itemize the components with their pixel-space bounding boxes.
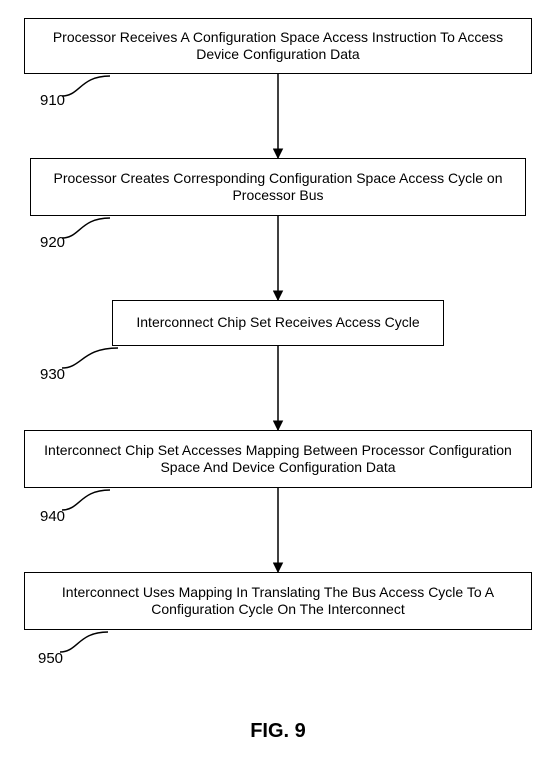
ref-curve-930: [62, 346, 122, 372]
flowchart-canvas: Processor Receives A Configuration Space…: [0, 0, 556, 776]
ref-label-910: 910: [40, 92, 65, 109]
ref-curve-950: [60, 630, 112, 656]
step-box-910: Processor Receives A Configuration Space…: [24, 18, 532, 74]
step-box-940: Interconnect Chip Set Accesses Mapping B…: [24, 430, 532, 488]
step-text-940: Interconnect Chip Set Accesses Mapping B…: [35, 442, 521, 477]
ref-label-940: 940: [40, 508, 65, 525]
step-box-920: Processor Creates Corresponding Configur…: [30, 158, 526, 216]
ref-label-950: 950: [38, 650, 63, 667]
ref-curve-920: [62, 216, 114, 242]
step-text-920: Processor Creates Corresponding Configur…: [41, 170, 515, 205]
step-box-930: Interconnect Chip Set Receives Access Cy…: [112, 300, 444, 346]
ref-curve-910: [62, 74, 114, 100]
ref-label-930: 930: [40, 366, 65, 383]
ref-label-920: 920: [40, 234, 65, 251]
figure-label: FIG. 9: [0, 720, 556, 743]
step-text-930: Interconnect Chip Set Receives Access Cy…: [136, 314, 419, 332]
connector-arrows: [0, 0, 556, 776]
ref-curve-940: [62, 488, 114, 514]
step-text-950: Interconnect Uses Mapping In Translating…: [35, 584, 521, 619]
step-text-910: Processor Receives A Configuration Space…: [35, 29, 521, 64]
step-box-950: Interconnect Uses Mapping In Translating…: [24, 572, 532, 630]
